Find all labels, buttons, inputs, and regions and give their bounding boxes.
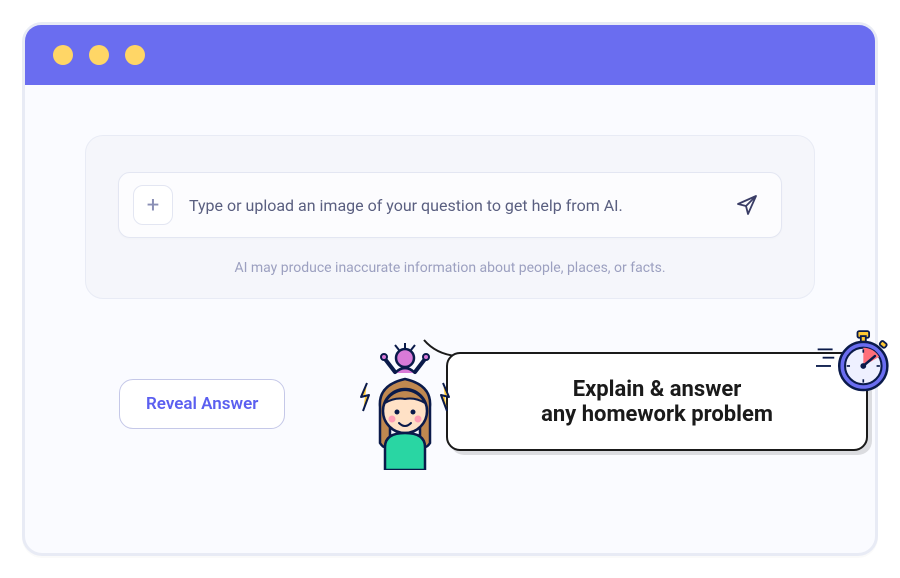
question-input-placeholder[interactable]: Type or upload an image of your question… — [189, 196, 717, 215]
student-character-icon — [355, 335, 455, 470]
send-button[interactable] — [733, 191, 761, 219]
plus-icon: + — [147, 193, 159, 218]
window-dot-2 — [89, 45, 109, 65]
window-dot-3 — [125, 45, 145, 65]
ai-disclaimer: AI may produce inaccurate information ab… — [118, 260, 782, 276]
send-icon — [735, 193, 759, 217]
upload-button[interactable]: + — [133, 185, 173, 225]
callout-line-1: Explain & answer — [573, 377, 742, 402]
window-dot-1 — [53, 45, 73, 65]
reveal-answer-button[interactable]: Reveal Answer — [119, 379, 285, 429]
app-window: + Type or upload an image of your questi… — [22, 22, 878, 556]
callout-bubble: Explain & answer any homework problem — [446, 352, 868, 451]
titlebar — [25, 25, 875, 85]
question-input-row[interactable]: + Type or upload an image of your questi… — [118, 172, 782, 238]
prompt-card: + Type or upload an image of your questi… — [85, 135, 815, 299]
stopwatch-icon — [816, 322, 894, 400]
reveal-answer-label: Reveal Answer — [146, 394, 258, 414]
callout-line-2: any homework problem — [541, 402, 773, 427]
